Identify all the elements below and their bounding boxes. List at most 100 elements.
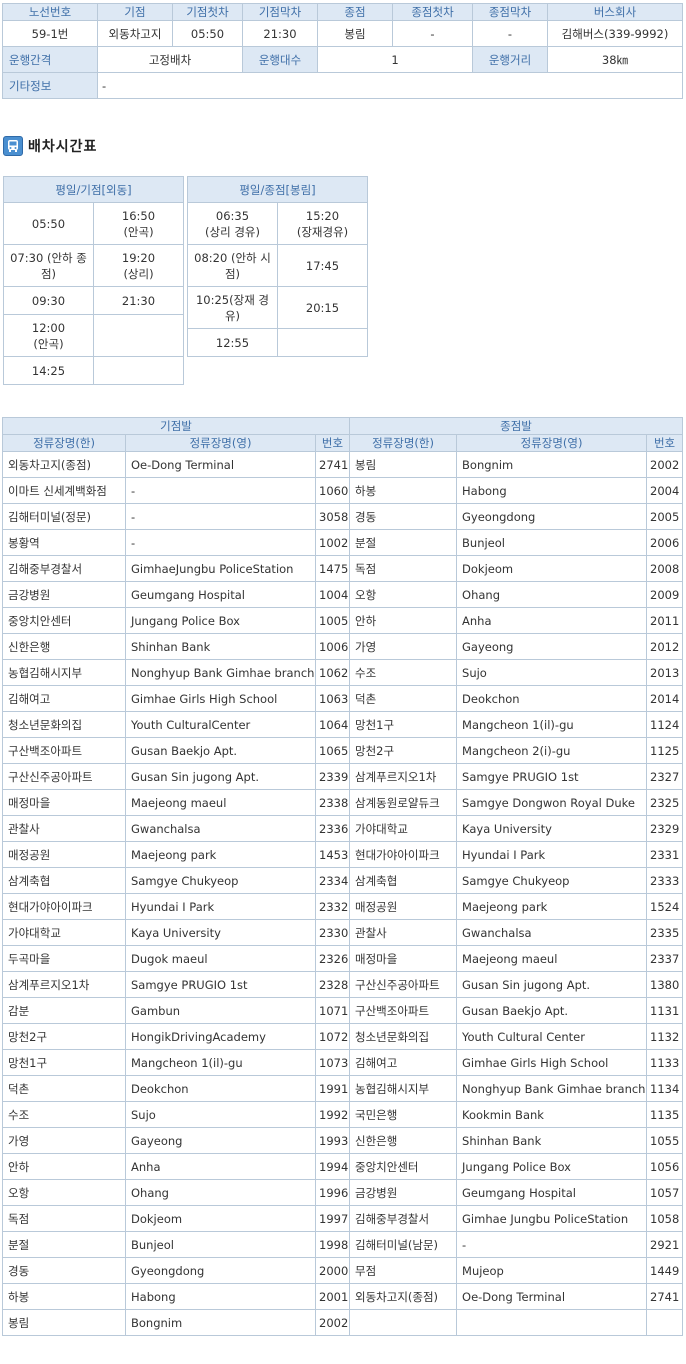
terminus-stop-kr: 경동 (349, 503, 458, 530)
terminus-stop-kr (349, 1309, 458, 1336)
table-row: 농협김해시지부 Nonghyup Bank Gimhae branch 1062 수조… (2, 659, 684, 686)
timetable-row: 14:25 (3, 356, 185, 385)
timetable-row: 05:50 16:50 (안곡) (3, 202, 185, 245)
terminus-stop-kr: 안하 (349, 607, 458, 634)
terminus-stop-kr: 관찰사 (349, 919, 458, 946)
terminus-stop-num: 2014 (646, 685, 684, 712)
terminus-header: 종점 (317, 3, 393, 21)
origin-stop-kr: 이마트 신세계백화점 (2, 477, 126, 504)
origin-stop-kr-header: 정류장명(한) (2, 434, 126, 452)
origin-stop-en: - (125, 503, 316, 530)
terminus-stop-en: Hyundai I Park (456, 841, 648, 868)
terminus-stop-en: Gimhae Jungbu PoliceStation (456, 1205, 648, 1232)
origin-stop-en: Maejeong park (125, 841, 316, 868)
terminus-last-bus-header: 종점막차 (472, 3, 548, 21)
origin-stop-num: 1064 (314, 711, 351, 738)
table-row: 봉림 Bongnim 2002 (2, 1309, 684, 1336)
etc-value: - (97, 72, 683, 99)
timetable-terminus-header: 평일/종점[봉림] (186, 176, 369, 203)
terminus-stop-kr: 분절 (349, 529, 458, 556)
terminus-stop-en: Samgye Chukyeop (456, 867, 648, 894)
departure-time (92, 314, 185, 357)
terminus-stop-en: Gayeong (456, 633, 648, 660)
origin-stop-en-header: 정류장명(영) (125, 434, 316, 452)
origin-stop-num: 1992 (314, 1101, 351, 1128)
terminus-stop-num: 2009 (646, 581, 684, 608)
table-row: 봉황역 -1002 분절 Bunjeol 2006 (2, 529, 684, 556)
terminus-stop-num: 2006 (646, 529, 684, 556)
origin-stop-en: Hyundai I Park (125, 893, 316, 920)
table-row: 매정마을 Maejeong maeul 2338 삼계동원로얄듀크 Samgye Don… (2, 789, 684, 816)
origin-stop-en: Samgye PRUGIO 1st (125, 971, 316, 998)
terminus-stop-en: Habong (456, 477, 648, 504)
terminus-stop-kr: 삼계푸르지오1차 (349, 763, 458, 790)
origin-stop-en: Bongnim (125, 1309, 316, 1336)
origin-stop-num: 1073 (314, 1049, 351, 1076)
departure-time (92, 356, 185, 385)
stops-table: 기점발 종점발 정류장명(한) 정류장명(영) 번호 정류장명(한) 정류장명(… (1, 417, 684, 1336)
terminus-stop-kr: 매정공원 (349, 893, 458, 920)
departure-time (276, 328, 369, 357)
origin-stop-num: 1998 (314, 1231, 351, 1258)
terminus-stop-num: 2008 (646, 555, 684, 582)
origin-stop-num: 1994 (314, 1153, 351, 1180)
terminus-stop-en: Kaya University (456, 815, 648, 842)
table-row: 가야대학교 Kaya University 2330 관찰사 Gwanchalsa 233… (2, 919, 684, 946)
terminus-stop-kr: 현대가야아이파크 (349, 841, 458, 868)
origin-stop-kr: 오항 (2, 1179, 126, 1206)
terminus-stop-num: 2002 (646, 451, 684, 478)
terminus-stop-en: Maejeong park (456, 893, 648, 920)
departure-time: 08:20 (안하 시점) (187, 244, 278, 287)
table-row: 관찰사 Gwanchalsa 2336 가야대학교 Kaya University 232… (2, 815, 684, 842)
terminus-stop-num: 2005 (646, 503, 684, 530)
origin-stop-num: 2001 (314, 1283, 351, 1310)
table-row: 하봉 Habong 2001 외동차고지(종점) Oe-Dong Terminal 274… (2, 1283, 684, 1310)
origin-stop-en: Gusan Sin jugong Apt. (125, 763, 316, 790)
table-row: 매정공원 Maejeong park 1453 현대가야아이파크 Hyundai I P… (2, 841, 684, 868)
origin-stop-num: 1060 (314, 477, 351, 504)
terminus-stop-en: Bongnim (456, 451, 648, 478)
terminus-stop-en: Youth Cultural Center (456, 1023, 648, 1050)
timetable-row: 09:30 21:30 (3, 286, 185, 315)
table-row: 구산신주공아파트 Gusan Sin jugong Apt. 2339 삼계푸르지오1… (2, 763, 684, 790)
terminus-stop-kr: 덕촌 (349, 685, 458, 712)
terminus-stop-num: 1133 (646, 1049, 684, 1076)
origin-stop-en: Habong (125, 1283, 316, 1310)
origin-stop-en: Gambun (125, 997, 316, 1024)
origin-header: 기점 (97, 3, 173, 21)
terminus-stop-num: 1055 (646, 1127, 684, 1154)
terminus-stop-kr: 김해터미널(남문) (349, 1231, 458, 1258)
terminus-stop-num: 2004 (646, 477, 684, 504)
origin-stop-kr: 구산신주공아파트 (2, 763, 126, 790)
terminus-stop-kr: 삼계동원로얄듀크 (349, 789, 458, 816)
origin-stop-num: 2332 (314, 893, 351, 920)
terminus-stop-en: Gusan Baekjo Apt. (456, 997, 648, 1024)
origin-stop-kr: 봉황역 (2, 529, 126, 556)
timetable-row: 12:00 (안곡) (3, 314, 185, 357)
terminus-stop-kr: 삼계축협 (349, 867, 458, 894)
timetable-origin-header: 평일/기점[외동] (2, 176, 185, 203)
terminus-stop-en: Samgye PRUGIO 1st (456, 763, 648, 790)
terminus-stop-kr: 국민은행 (349, 1101, 458, 1128)
terminus-stop-kr: 가야대학교 (349, 815, 458, 842)
table-row: 현대가야아이파크 Hyundai I Park 2332 매정공원 Maejeong p… (2, 893, 684, 920)
departure-time: 20:15 (276, 286, 369, 329)
terminus-stop-en: Geumgang Hospital (456, 1179, 648, 1206)
departure-time: 19:20 (상리) (92, 244, 185, 287)
origin-stop-kr: 덕촌 (2, 1075, 126, 1102)
terminus-value: 봉림 (317, 20, 393, 47)
terminus-stop-num-header: 번호 (646, 434, 684, 452)
departure-time: 21:30 (92, 286, 185, 315)
origin-stop-num: 1072 (314, 1023, 351, 1050)
origin-stop-en: Nonghyup Bank Gimhae branch (125, 659, 316, 686)
terminus-stop-num: 1057 (646, 1179, 684, 1206)
timetable-terminus: 평일/종점[봉림] 06:35 (상리 경유) 15:20 (장재경유) 08:20… (186, 176, 369, 357)
interval-label: 운행간격 (2, 46, 98, 73)
terminus-stop-num: 1124 (646, 711, 684, 738)
departure-time: 10:25(장재 경유) (187, 286, 278, 329)
origin-stop-kr: 김해중부경찰서 (2, 555, 126, 582)
terminus-stop-en: Samgye Dongwon Royal Duke (456, 789, 648, 816)
origin-first-bus-value: 05:50 (172, 20, 243, 47)
origin-stop-en: Oe-Dong Terminal (125, 451, 316, 478)
terminus-stop-en: - (456, 1231, 648, 1258)
